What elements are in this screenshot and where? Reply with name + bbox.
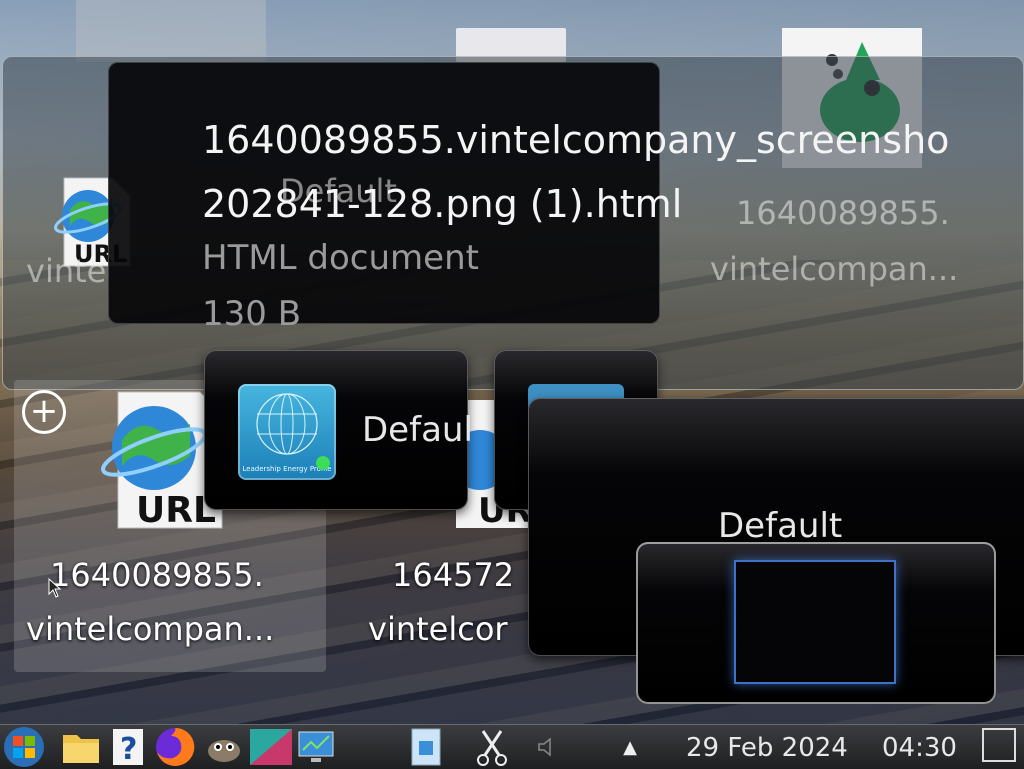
desktop-icon-2-label-line1: 164572	[392, 556, 515, 594]
tray-expand-arrow-icon[interactable]: ▲	[614, 725, 646, 769]
leadership-app-icon: Leadership Energy Profile	[238, 384, 336, 480]
show-desktop-button[interactable]	[982, 728, 1016, 762]
windows-orb-icon	[4, 727, 44, 767]
window-preview-thumbnail[interactable]	[734, 560, 896, 684]
file-size: 130 B	[202, 294, 302, 334]
scissors-icon	[477, 730, 507, 766]
file-name-line1: 1640089855.vintelcompany_screensho	[202, 118, 950, 162]
ghost-label-left: vinte	[26, 252, 107, 290]
document-window-icon	[411, 728, 441, 766]
status-dot-icon	[316, 456, 330, 470]
taskbar-help[interactable]: ?	[108, 725, 148, 769]
switcher-item-1-label: Defaul	[362, 410, 473, 450]
file-name-line2: 202841-128.png (1).html	[202, 182, 683, 226]
taskbar-date[interactable]: 29 Feb 2024	[686, 733, 848, 763]
mouse-cursor-icon	[48, 577, 62, 602]
taskbar-monitor[interactable]	[296, 725, 336, 769]
taskbar-firefox[interactable]	[150, 725, 200, 769]
folder-icon	[63, 735, 99, 763]
taskbar-time[interactable]: 04:30	[882, 733, 957, 763]
top-right-icon-caption-1: 1640089855.	[736, 194, 950, 232]
start-menu-button[interactable]	[0, 725, 48, 769]
switcher-item-3-label: Default	[718, 506, 843, 546]
desktop-icon-top-left[interactable]	[76, 0, 266, 62]
taskbar-scissors[interactable]	[470, 725, 514, 769]
firefox-icon	[156, 727, 195, 766]
svg-text:?: ?	[120, 732, 137, 767]
top-right-icon-caption-2: vintelcompan...	[710, 250, 959, 288]
desktop-icon-1-label-line2: vintelcompan...	[26, 610, 275, 648]
taskbar: ? ▲ 29 Feb 2024 04:30	[0, 724, 1024, 769]
taskbar-file-manager[interactable]	[58, 725, 104, 769]
taskbar-kdenlive[interactable]	[246, 725, 296, 769]
volume-icon[interactable]	[532, 725, 560, 769]
help-icon: ?	[113, 729, 143, 767]
gimp-icon	[208, 740, 240, 762]
editor-app-icon	[250, 729, 292, 765]
monitor-icon	[298, 731, 334, 762]
file-type: HTML document	[202, 238, 479, 278]
taskbar-window-button[interactable]	[404, 725, 448, 769]
select-plus-icon[interactable]: +	[22, 390, 66, 434]
desktop-icon-1-label-line1: 1640089855.	[50, 556, 264, 594]
desktop-icon-2-label-line2: vintelcor	[368, 610, 508, 648]
taskbar-gimp[interactable]	[202, 725, 246, 769]
